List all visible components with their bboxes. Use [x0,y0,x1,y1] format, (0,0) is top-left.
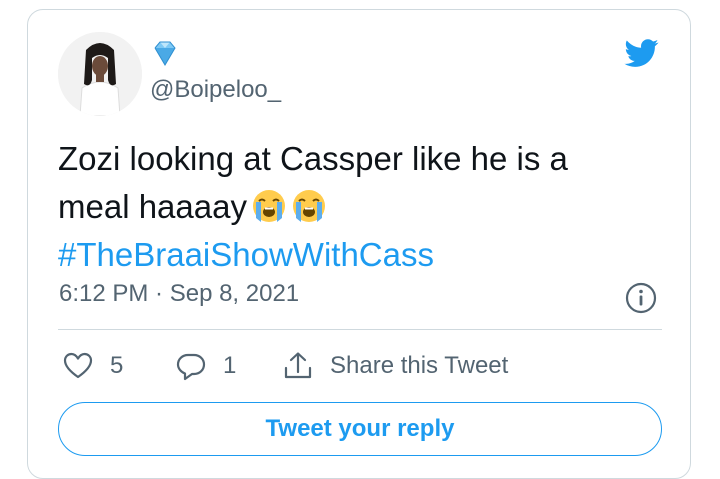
loudly-crying-face-icon [292,190,325,222]
share-label: Share this Tweet [330,352,509,379]
hashtag-link[interactable]: #TheBraaiShowWithCass [58,231,658,279]
heart-icon [63,352,93,379]
share-button[interactable]: Share this Tweet [282,346,508,386]
avatar[interactable] [58,32,142,116]
reply-bubble-icon [176,353,206,381]
author-handle[interactable]: @Boipeloo_ [150,76,281,104]
loudly-crying-face-icon [252,190,285,222]
tweet-text-line-with-emoji: meal haaaay [58,183,658,231]
reply-count: 1 [223,352,237,379]
tweet-text-segment: meal haaaay [58,188,247,225]
info-icon[interactable] [624,281,658,315]
divider [58,329,662,330]
reply-button[interactable]: 1 [175,346,236,386]
share-icon [284,352,312,379]
tweet-your-reply-button[interactable]: Tweet your reply [58,402,662,456]
diamond-icon [154,41,176,66]
like-button[interactable]: 5 [62,346,123,386]
tweet-timestamp[interactable]: 6:12 PM · Sep 8, 2021 [59,280,299,308]
tweet-text-line: Zozi looking at Cassper like he is a [58,140,568,177]
like-count: 5 [110,352,124,379]
twitter-bird-icon[interactable] [622,36,662,70]
tweet-text: Zozi looking at Cassper like he is a mea… [58,135,658,279]
